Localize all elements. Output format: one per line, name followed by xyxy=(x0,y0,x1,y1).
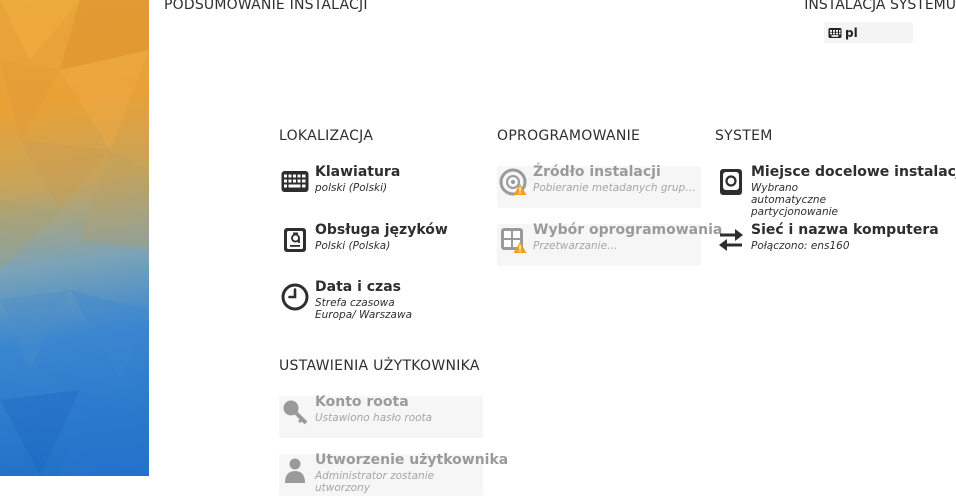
keyboard-layout-indicator[interactable]: pl xyxy=(824,22,913,43)
summary-hub: PODSUMOWANIE INSTALACJI INSTALACJA SYSTE… xyxy=(149,0,956,496)
section-title-software: OPROGRAMOWANIE xyxy=(497,128,641,144)
section-title-localization: LOKALIZACJA xyxy=(279,128,374,144)
user-icon xyxy=(281,456,309,484)
spoke-status: Pobieranie metadanych grup… xyxy=(533,182,696,194)
section-title-system: SYSTEM xyxy=(715,128,773,144)
spoke-status: Wybrano automatyczne partycjonowanie xyxy=(751,182,838,218)
spoke-title: Data i czas xyxy=(315,279,401,295)
spoke-status: Strefa czasowa Europa/ Warszawa xyxy=(315,297,413,321)
disc-icon xyxy=(499,168,527,196)
key-icon xyxy=(281,398,309,426)
spoke-title: Źródło instalacji xyxy=(533,164,661,180)
spoke-date-time[interactable]: Data i czas Strefa czasowa Europa/ Warsz… xyxy=(279,279,483,325)
clock-icon xyxy=(281,283,309,311)
spoke-installation-destination[interactable]: Miejsce docelowe instalacji Wybrano auto… xyxy=(715,164,956,218)
spoke-status: Przetwarzanie… xyxy=(533,240,618,252)
harddisk-icon xyxy=(717,168,745,196)
page-title: PODSUMOWANIE INSTALACJI xyxy=(164,0,368,13)
spoke-title: Sieć i nazwa komputera xyxy=(751,222,939,238)
spoke-status: Administrator zostanie utworzony xyxy=(315,470,435,494)
sidebar-artwork xyxy=(0,0,149,476)
spoke-status: polski (Polski) xyxy=(315,182,388,194)
installation-title: INSTALACJA SYSTEMU xyxy=(804,0,956,13)
spoke-user-creation[interactable]: Utworzenie użytkownika Administrator zos… xyxy=(279,452,508,496)
spoke-keyboard[interactable]: Klawiatura polski (Polski) xyxy=(279,164,483,208)
spoke-status: Ustawiono hasło roota xyxy=(315,412,433,424)
spoke-status: Polski (Polska) xyxy=(315,240,391,252)
spoke-title: Konto roota xyxy=(315,394,409,410)
spoke-root-account[interactable]: Konto roota Ustawiono hasło roota xyxy=(279,394,483,438)
network-arrows-icon xyxy=(717,226,745,254)
package-icon xyxy=(499,226,527,254)
spoke-title: Miejsce docelowe instalacji xyxy=(751,164,956,180)
language-icon xyxy=(281,226,309,254)
spoke-language-support[interactable]: Obsługa języków Polski (Polska) xyxy=(279,222,483,266)
keyboard-layout-label: pl xyxy=(845,25,858,40)
spoke-software-selection[interactable]: Wybór oprogramowania Przetwarzanie… xyxy=(497,222,722,266)
section-title-user-settings: USTAWIENIA UŻYTKOWNIKA xyxy=(279,358,480,374)
spoke-network-hostname[interactable]: Sieć i nazwa komputera Połączono: ens160 xyxy=(715,222,939,266)
spoke-title: Obsługa języków xyxy=(315,222,448,238)
spoke-title: Klawiatura xyxy=(315,164,401,180)
spoke-status: Połączono: ens160 xyxy=(751,240,850,252)
keyboard-icon xyxy=(281,168,309,196)
spoke-installation-source[interactable]: Źródło instalacji Pobieranie metadanych … xyxy=(497,164,701,208)
keyboard-icon xyxy=(828,27,842,39)
spoke-title: Utworzenie użytkownika xyxy=(315,452,509,468)
spoke-title: Wybór oprogramowania xyxy=(533,222,723,238)
